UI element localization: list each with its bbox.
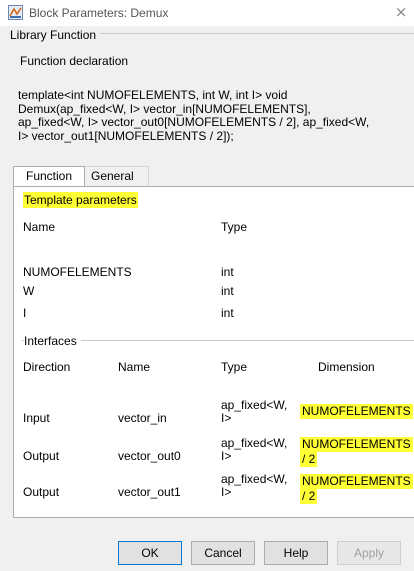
template-parameters-label: Template parameters [23,192,138,208]
cancel-button[interactable]: Cancel [191,541,255,565]
template-param-type: int [221,284,234,298]
interface-dimension-line1: NUMOFELEMENTS [300,437,413,452]
function-declaration-text: template<int NUMOFELEMENTS, int W, int I… [18,88,370,143]
tab-function[interactable]: Function [13,166,85,187]
template-param-type: int [221,306,234,320]
interface-type-line2: I> [221,485,232,499]
interface-dimension-line2: / 2 [300,489,318,504]
interface-direction: Input [23,411,50,425]
interface-dimension-line2: / 2 [300,452,318,467]
interface-header-name: Name [118,360,151,374]
library-function-label: Library Function [10,28,101,42]
template-param-type: int [221,265,234,279]
template-header-type: Type [221,220,248,234]
interface-header-type: Type [221,360,248,374]
interface-type-line2: I> [221,411,232,425]
close-icon[interactable]: × [388,0,414,26]
function-declaration-label: Function declaration [20,54,129,68]
interface-direction: Output [23,485,60,499]
ok-button[interactable]: OK [118,541,182,565]
apply-button[interactable]: Apply [337,541,401,565]
interface-type-line2: I> [221,449,232,463]
interfaces-group [22,340,414,341]
interface-dimension-line1: NUMOFELEMENTS [300,474,413,489]
window-title: Block Parameters: Demux [29,6,169,20]
template-param-name: W [23,284,35,298]
function-tab-panel: Template parameters Name Type NUMOFELEME… [13,186,414,518]
interface-header-direction: Direction [23,360,71,374]
interface-dimension-line1: NUMOFELEMENTS [300,404,413,419]
interfaces-label: Interfaces [24,334,81,348]
interface-direction: Output [23,449,60,463]
help-button[interactable]: Help [264,541,328,565]
template-param-name: I [23,306,27,320]
tab-general[interactable]: General [85,166,149,187]
interface-header-dimension: Dimension [318,360,375,374]
title-bar: Block Parameters: Demux × [0,0,414,26]
interface-name: vector_out0 [118,449,181,463]
simulink-block-icon [8,5,23,20]
template-header-name: Name [23,220,56,234]
interface-name: vector_in [118,411,167,425]
template-param-name: NUMOFELEMENTS [23,265,132,279]
dialog-button-bar: OK Cancel Help Apply [0,541,414,567]
interface-name: vector_out1 [118,485,181,499]
